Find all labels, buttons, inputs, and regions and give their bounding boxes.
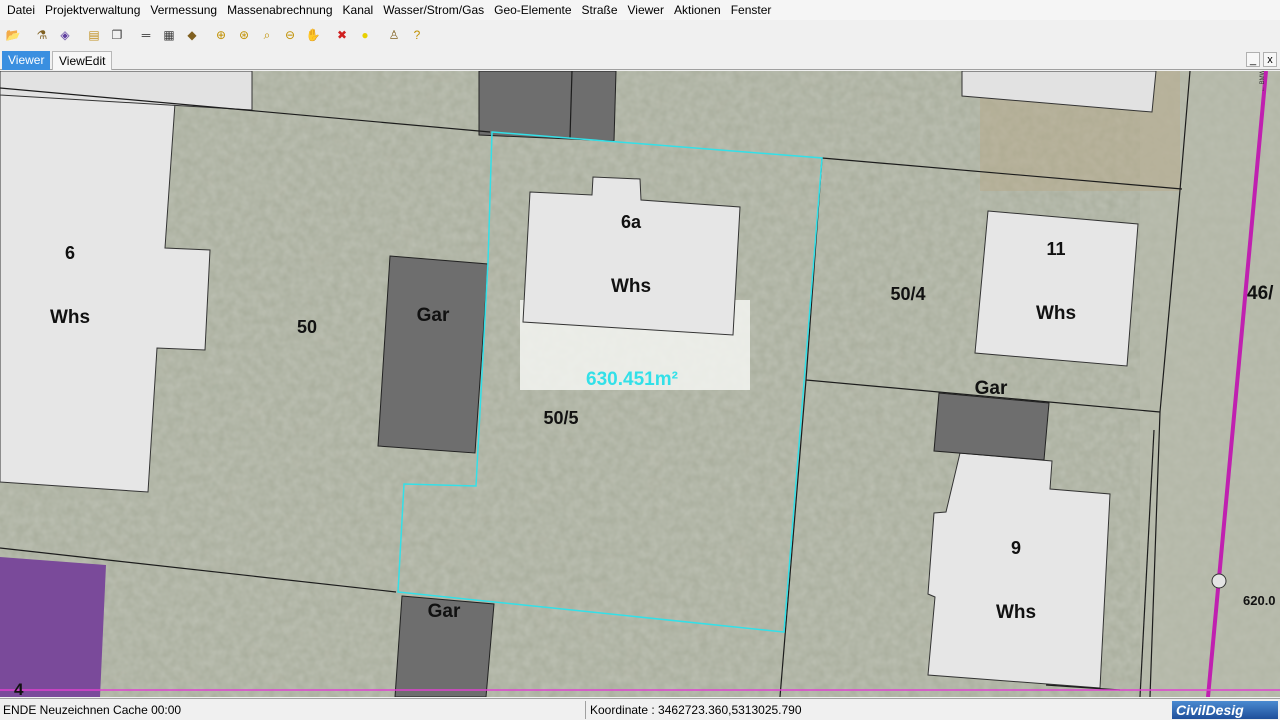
house-6a-type: Whs xyxy=(611,276,651,297)
house-6-number: 6 xyxy=(65,243,75,263)
menu-aktionen[interactable]: Aktionen xyxy=(669,0,726,20)
menu-massenabrechnung[interactable]: Massenabrechnung xyxy=(222,0,337,20)
zoom-in-tool-button[interactable]: ⊕ xyxy=(210,24,232,46)
menu-fenster[interactable]: Fenster xyxy=(726,0,777,20)
help-icon: ? xyxy=(413,27,421,42)
status-message: ENDE Neuzeichnen Cache 00:00 xyxy=(3,703,182,717)
document-tabs: Viewer ViewEdit xyxy=(0,51,1280,70)
map-viewport[interactable]: ← BMW 6 Whs 50 Gar 6a Whs 630.451m² 50/5… xyxy=(0,71,1280,697)
menu-projektverwaltung[interactable]: Projektverwaltung xyxy=(40,0,145,20)
delete-tool-button[interactable]: ✖ xyxy=(331,24,353,46)
garage-bottom-label: Gar xyxy=(428,601,461,622)
garage-left-label: Gar xyxy=(417,305,450,326)
purple-parcel xyxy=(0,557,106,697)
menu-viewer[interactable]: Viewer xyxy=(623,0,669,20)
tab-viewer[interactable]: Viewer xyxy=(2,51,51,70)
menu-geo-elemente[interactable]: Geo-Elemente xyxy=(489,0,576,20)
select-icon: ◆ xyxy=(187,27,197,42)
zoom-window-icon: ⊛ xyxy=(238,27,250,42)
pan-tool-button[interactable]: ✋ xyxy=(302,24,324,46)
parcel-4-label: 4 xyxy=(14,680,24,697)
pan-icon: ✋ xyxy=(305,27,321,42)
zoom-window-tool-button[interactable]: ⊛ xyxy=(233,24,255,46)
elevation-label: 620.0 xyxy=(1243,593,1276,608)
zoom-fit-icon: ⌕ xyxy=(263,27,271,42)
filter-icon: ⚗ xyxy=(36,27,48,42)
parcel-50-5-label: 50/5 xyxy=(543,408,578,428)
menu-datei[interactable]: Datei xyxy=(2,0,40,20)
open-folder-icon: 📂 xyxy=(5,27,21,42)
axis-station-label: ← BMW xyxy=(1260,71,1266,92)
close-button[interactable]: x xyxy=(1263,52,1277,67)
print-icon: ▤ xyxy=(88,27,100,42)
help-tool-button[interactable]: ? xyxy=(406,24,428,46)
parcel-46-label: 46/ xyxy=(1247,283,1274,304)
info-icon: ♙ xyxy=(388,27,400,42)
info-tool-button[interactable]: ♙ xyxy=(383,24,405,46)
menu-wasser-strom-gas[interactable]: Wasser/Strom/Gas xyxy=(378,0,489,20)
ruler-tool-button[interactable]: ═ xyxy=(135,24,157,46)
house-9-number: 9 xyxy=(1011,538,1021,558)
parcel-area-label: 630.451m² xyxy=(586,369,678,390)
house-9-type: Whs xyxy=(996,602,1036,623)
garage-right xyxy=(933,392,1050,461)
zoom-in-icon: ⊕ xyxy=(215,27,227,42)
zoom-out-icon: ⊖ xyxy=(284,27,296,42)
layers-tool-button[interactable]: ◈ xyxy=(54,24,76,46)
zoom-out-tool-button[interactable]: ⊖ xyxy=(279,24,301,46)
filter-tool-button[interactable]: ⚗ xyxy=(31,24,53,46)
minimize-button[interactable]: _ xyxy=(1246,52,1260,67)
parcel-50-label: 50 xyxy=(297,317,317,337)
delete-icon: ✖ xyxy=(336,27,348,42)
civildesign-logo: CivilDesig xyxy=(1172,701,1278,719)
copy-icon: ❐ xyxy=(111,27,123,42)
garage-top xyxy=(478,71,617,142)
survey-point[interactable] xyxy=(1211,573,1227,589)
menu-kanal[interactable]: Kanal xyxy=(338,0,379,20)
house-11-number: 11 xyxy=(1046,239,1065,259)
tab-viewedit[interactable]: ViewEdit xyxy=(52,51,113,70)
status-divider xyxy=(585,701,586,719)
ruler-icon: ═ xyxy=(141,27,151,42)
menu-vermessung[interactable]: Vermessung xyxy=(145,0,222,20)
garage-right-label: Gar xyxy=(975,378,1008,399)
garage-left xyxy=(377,255,489,454)
parcel-50-4-label: 50/4 xyxy=(890,284,925,304)
layers-icon: ◈ xyxy=(60,27,70,42)
house-6-type: Whs xyxy=(50,307,90,328)
zoom-fit-tool-button[interactable]: ⌕ xyxy=(256,24,278,46)
status-bar: ENDE Neuzeichnen Cache 00:00 Koordinate … xyxy=(0,698,1280,720)
copy-tool-button[interactable]: ❐ xyxy=(106,24,128,46)
point-icon: ● xyxy=(361,27,369,42)
toolbar: 📂 ⚗ ◈ ▤ ❐ ═ ▦ ◆ ⊕ ⊛ ⌕ ⊖ ✋ ✖ ● ♙? xyxy=(0,21,1280,48)
point-tool-button[interactable]: ● xyxy=(354,24,376,46)
open-folder-tool-button[interactable]: 📂 xyxy=(2,24,24,46)
grid-icon: ▦ xyxy=(163,27,175,42)
building-11 xyxy=(974,210,1139,367)
house-11-type: Whs xyxy=(1036,303,1076,324)
grid-tool-button[interactable]: ▦ xyxy=(158,24,180,46)
select-tool-button[interactable]: ◆ xyxy=(181,24,203,46)
menu-bar: Datei Projektverwaltung Vermessung Massenab… xyxy=(0,0,1280,20)
print-tool-button[interactable]: ▤ xyxy=(83,24,105,46)
house-6a-number: 6a xyxy=(621,212,642,232)
coordinate-readout: Koordinate : 3462723.360,5313025.790 xyxy=(590,703,802,717)
menu-straße[interactable]: Straße xyxy=(577,0,623,20)
